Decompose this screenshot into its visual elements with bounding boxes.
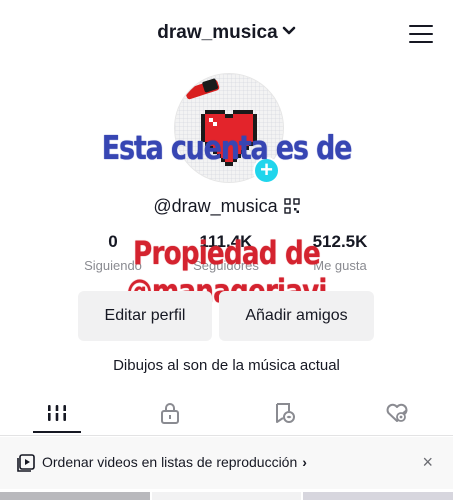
playlist-icon [17,454,35,472]
overlay-text-top: Esta cuenta es de [101,128,353,167]
tab-reposts[interactable] [260,398,308,432]
playlist-banner-text: Ordenar videos en listas de reproducción… [42,454,307,470]
video-thumbnail[interactable] [152,492,301,500]
tabs-divider [0,435,453,436]
profile-handle: @draw_musica [153,195,278,216]
video-thumbnail[interactable] [303,492,453,500]
tab-liked[interactable] [373,398,421,432]
edit-profile-button[interactable]: Editar perfil [78,291,212,341]
chevron-down-icon [282,26,296,35]
video-thumbnail[interactable] [0,492,150,500]
hamburger-menu-icon[interactable] [409,25,433,45]
playlist-banner[interactable]: Ordenar videos en listas de reproducción… [0,437,453,489]
video-grid [0,492,453,500]
grid-videos-icon [46,405,68,421]
profile-bio: Dibujos al son de la música actual [113,357,340,374]
close-icon[interactable]: × [422,452,433,473]
content-tabs [0,398,453,434]
qr-code-icon[interactable] [283,198,300,214]
liked-heart-icon [386,403,408,422]
tab-videos[interactable] [33,398,81,432]
add-friends-button[interactable]: Añadir amigos [219,291,374,341]
profile-handle-row: @draw_musica [0,195,453,217]
repost-icon [276,403,295,423]
lock-icon [161,403,179,424]
profile-header: draw_musica [0,0,453,70]
active-tab-indicator [33,431,81,433]
tab-private[interactable] [146,398,194,432]
playlist-banner-label: Ordenar videos en listas de reproducción [42,454,298,470]
account-username: draw_musica [157,22,278,43]
chevron-right-icon: › [302,454,307,470]
account-switcher[interactable]: draw_musica [0,22,453,44]
